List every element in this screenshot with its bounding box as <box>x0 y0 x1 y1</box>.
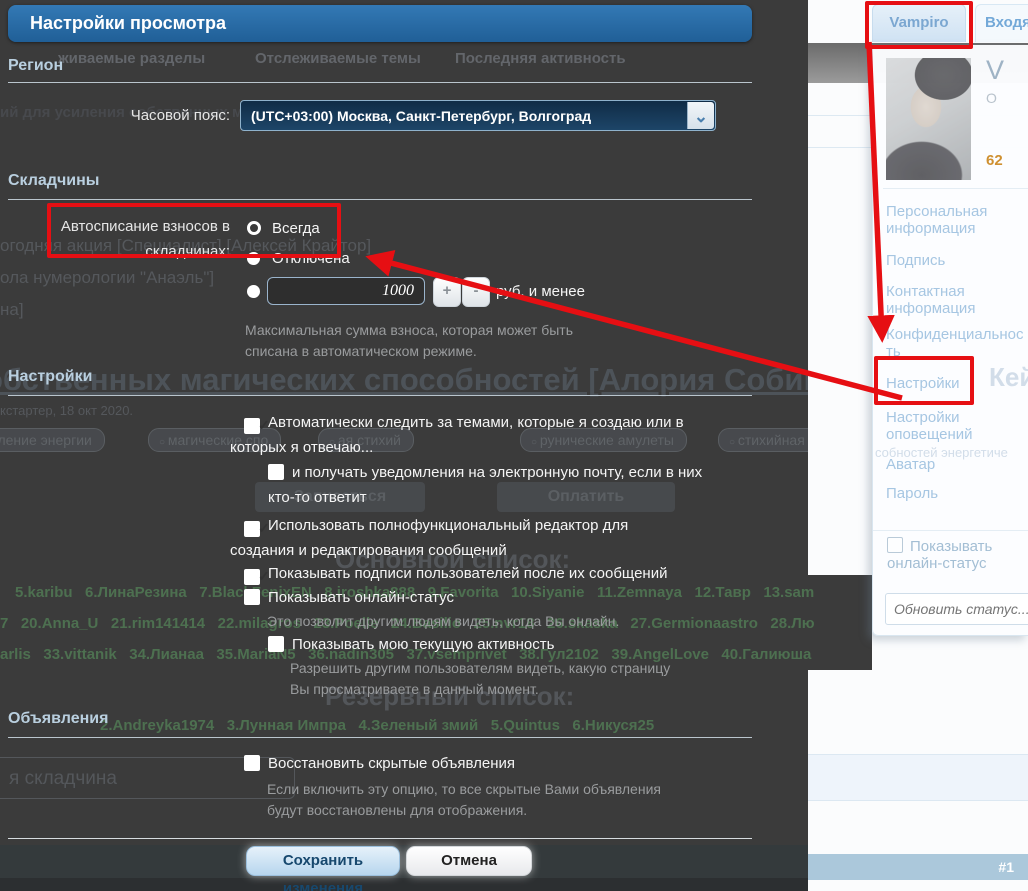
show-online-status-checkbox[interactable] <box>887 537 903 553</box>
rich-editor-checkbox[interactable] <box>244 521 260 537</box>
modal-title: Настройки просмотра <box>8 5 752 34</box>
screenshot-root: живаемые разделы Отслеживаемые темы Посл… <box>0 0 1028 891</box>
annotation-box-always-option <box>47 203 341 258</box>
annotation-box-preferences-link <box>874 356 974 405</box>
activity-checkbox[interactable] <box>268 636 284 652</box>
activity-row: Показывать мою текущую активность <box>268 636 728 653</box>
bg-pale-band <box>808 754 1028 801</box>
bg-byline: кстартер, 18 окт 2020. <box>0 403 133 418</box>
show-online-status-row: Показывать онлайн-статус <box>887 537 1017 572</box>
section-divider <box>8 82 752 83</box>
section-divider <box>8 199 752 200</box>
online-status-row: Показывать онлайн-статус <box>230 589 750 606</box>
section-divider <box>8 395 752 396</box>
tab-inbox[interactable]: Входя <box>975 4 1028 42</box>
post-number-bar: #1 <box>808 854 1028 880</box>
annotation-box-vampiro-tab <box>865 1 973 49</box>
follow-threads-row: Автоматически следить за темами, которые… <box>230 410 685 460</box>
profile-name-initial: V <box>986 55 1004 86</box>
save-button[interactable]: Сохранить изменения <box>246 846 400 876</box>
menu-link-privacy[interactable]: Конфиденциальность <box>886 326 1028 360</box>
bg-tab-recent-activity: Последняя активность <box>455 50 626 67</box>
online-status-help: Это позволит другим людям видеть, когда … <box>267 611 727 632</box>
profile-subtitle-initial: О <box>986 90 997 106</box>
email-notify-checkbox[interactable] <box>268 464 284 480</box>
panel-divider <box>883 188 1028 189</box>
restore-announcements-help: Если включить эту опцию, то все скрытые … <box>267 779 687 821</box>
timezone-label: Часовой пояс: <box>60 107 230 124</box>
page-right-strip-bottom: #1 <box>808 670 1028 891</box>
amount-input[interactable] <box>267 277 425 305</box>
bg-promo-line2: ола нумерологии "Анаэль"] <box>0 268 214 288</box>
section-heading-settings: Настройки <box>8 368 92 386</box>
menu-link-alert-preferences[interactable]: Настройки оповещений <box>886 409 1011 443</box>
panel-divider <box>873 530 1028 531</box>
follow-threads-checkbox[interactable] <box>244 418 260 434</box>
restore-announcements-row: Восстановить скрытые объявления <box>230 755 730 772</box>
menu-link-avatar[interactable]: Аватар <box>886 456 1011 473</box>
bg-tag-pill: новление энергии <box>0 428 105 452</box>
footer-divider <box>8 838 752 839</box>
section-heading-region: Регион <box>8 57 63 75</box>
bg-tab-watched-threads: Отслеживаемые темы <box>255 50 421 67</box>
section-divider <box>8 737 752 738</box>
profile-stat-count[interactable]: 62 <box>986 152 1003 169</box>
post-number-link[interactable]: #1 <box>998 859 1014 875</box>
menu-link-signature[interactable]: Подпись <box>886 252 1011 269</box>
status-update-input[interactable] <box>885 593 1028 625</box>
rich-editor-row: Использовать полнофункциональный редакто… <box>230 513 685 563</box>
activity-help: Разрешить другим пользователям видеть, к… <box>290 658 675 700</box>
email-notify-row: и получать уведомления на электронную по… <box>268 460 728 510</box>
bg-thread-title: я собственных магических способностей [А… <box>0 362 936 398</box>
bg-reserve-list-row: 2.Andreyka1974 3.Лунная Импра 4.Зеленый … <box>100 717 654 734</box>
amount-increase-button[interactable]: + <box>433 277 461 307</box>
modal-title-bar: Настройки просмотра <box>8 5 752 42</box>
timezone-select[interactable]: (UTC+03:00) Москва, Санкт-Петербург, Вол… <box>240 100 716 131</box>
amount-help-text: Максимальная сумма взноса, которая может… <box>245 320 620 362</box>
menu-link-contact-details[interactable]: Контактная информация <box>886 283 1011 317</box>
radio-amount-limit[interactable] <box>247 285 260 298</box>
signatures-row: Показывать подписи пользователей после и… <box>230 565 750 585</box>
amount-decrease-button[interactable]: - <box>462 277 490 307</box>
section-heading-announcements: Объявления <box>8 710 108 728</box>
modal-footer-band-dark <box>0 878 872 891</box>
timezone-value: (UTC+03:00) Москва, Санкт-Петербург, Вол… <box>251 108 591 124</box>
account-menu-panel: V О 62 Кейр собностей энергетиче Персона… <box>872 45 1028 636</box>
menu-link-password[interactable]: Пароль <box>886 485 1011 502</box>
avatar[interactable] <box>886 58 971 180</box>
amount-suffix: руб. и менее <box>496 283 585 300</box>
chevron-down-icon[interactable] <box>687 102 714 129</box>
restore-announcements-checkbox[interactable] <box>244 755 260 771</box>
bg-tab-watched-forums: живаемые разделы <box>58 50 205 67</box>
menu-link-personal-details[interactable]: Персональная информация <box>886 203 1011 237</box>
signatures-checkbox[interactable] <box>244 569 260 585</box>
bg-promo-line3: на] <box>0 300 24 320</box>
online-status-checkbox[interactable] <box>244 589 260 605</box>
section-heading-crowdfunding: Складчины <box>8 172 99 190</box>
cancel-button[interactable]: Отмена <box>406 846 532 876</box>
